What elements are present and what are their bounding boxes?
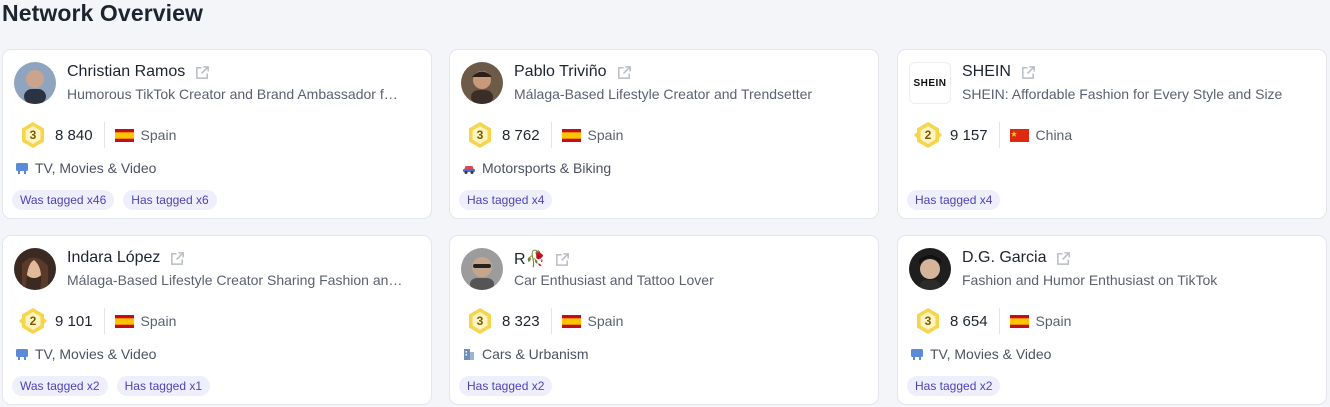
profile-card[interactable]: Indara López Málaga-Based Lifestyle Crea…	[2, 235, 432, 405]
category-label: TV, Movies & Video	[930, 346, 1052, 362]
tag-chip[interactable]: Has tagged x6	[123, 190, 217, 210]
tag-chip[interactable]: Was tagged x2	[12, 376, 108, 396]
country-label: China	[1035, 127, 1073, 143]
profile-card[interactable]: Pablo Triviño Málaga-Based Lifestyle Cre…	[449, 49, 879, 219]
building-icon	[462, 347, 476, 361]
tag-chip[interactable]: Has tagged x2	[459, 376, 553, 396]
spain-flag-icon	[114, 314, 134, 328]
category: TV, Movies & Video	[15, 346, 156, 362]
spain-flag-icon	[1009, 314, 1029, 328]
country-label: Spain	[1035, 313, 1072, 329]
profile-description: SHEIN: Affordable Fashion for Every Styl…	[962, 86, 1283, 102]
external-link-icon[interactable]	[616, 64, 633, 81]
page-title: Network Overview	[2, 0, 204, 26]
score-value: 8 323	[502, 312, 540, 330]
level-badge: 2	[19, 307, 47, 335]
level-badge: 3	[19, 121, 47, 149]
category: TV, Movies & Video	[910, 346, 1051, 362]
tag-chip[interactable]: Has tagged x4	[459, 190, 553, 210]
spain-flag-icon	[114, 128, 134, 142]
tv-icon	[15, 161, 29, 175]
profile-description: Car Enthusiast and Tattoo Lover	[514, 272, 714, 288]
level-badge: 3	[466, 307, 494, 335]
country-label: Spain	[587, 313, 624, 329]
shein-logo[interactable]: SHEIN	[909, 62, 951, 104]
tv-icon	[15, 347, 29, 361]
china-flag-icon	[1009, 128, 1029, 142]
external-link-icon[interactable]	[169, 250, 186, 267]
profile-description: Málaga-Based Lifestyle Creator and Trend…	[514, 86, 813, 102]
car-icon	[462, 161, 476, 175]
spain-flag-icon	[561, 314, 581, 328]
profile-card[interactable]: SHEIN SHEIN SHEIN: Affordable Fashion fo…	[897, 49, 1327, 219]
category-label: TV, Movies & Video	[35, 346, 157, 362]
country-label: Spain	[140, 127, 177, 143]
category: Cars & Urbanism	[462, 346, 589, 362]
profile-name[interactable]: Pablo Triviño	[514, 63, 607, 81]
score-value: 8 654	[950, 312, 988, 330]
avatar[interactable]	[461, 248, 503, 290]
category-label: TV, Movies & Video	[35, 160, 157, 176]
profile-description: Humorous TikTok Creator and Brand Ambass…	[67, 86, 398, 102]
avatar[interactable]	[909, 248, 951, 290]
score-value: 9 157	[950, 126, 988, 144]
profile-card[interactable]: Christian Ramos Humorous TikTok Creator …	[2, 49, 432, 219]
profile-name[interactable]: SHEIN	[962, 63, 1011, 81]
profile-name[interactable]: D.G. Garcia	[962, 249, 1046, 267]
category: TV, Movies & Video	[15, 160, 156, 176]
country-label: Spain	[587, 127, 624, 143]
external-link-icon[interactable]	[554, 251, 571, 268]
external-link-icon[interactable]	[1055, 250, 1072, 267]
tag-chip[interactable]: Has tagged x4	[907, 190, 1001, 210]
tag-chip[interactable]: Was tagged x46	[12, 190, 115, 210]
category-label: Cars & Urbanism	[482, 346, 589, 362]
score-value: 8 840	[55, 126, 93, 144]
avatar[interactable]	[14, 248, 56, 290]
profile-card[interactable]: R🥀 Car Enthusiast and Tattoo Lover 3 8 3…	[449, 235, 879, 405]
category: Motorsports & Biking	[462, 160, 611, 176]
spain-flag-icon	[561, 128, 581, 142]
profile-description: Fashion and Humor Enthusiast on TikTok	[962, 272, 1218, 288]
profile-name[interactable]: Indara López	[67, 249, 160, 267]
profile-name[interactable]: Christian Ramos	[67, 63, 185, 81]
category-label: Motorsports & Biking	[482, 160, 612, 176]
tag-chip[interactable]: Has tagged x1	[116, 376, 210, 396]
avatar[interactable]	[14, 62, 56, 104]
tv-icon	[910, 347, 924, 361]
tag-chip[interactable]: Has tagged x2	[907, 376, 1001, 396]
score-value: 9 101	[55, 312, 93, 330]
external-link-icon[interactable]	[194, 64, 211, 81]
external-link-icon[interactable]	[1020, 64, 1037, 81]
avatar[interactable]	[461, 62, 503, 104]
level-badge: 2	[914, 121, 942, 149]
profile-description: Málaga-Based Lifestyle Creator Sharing F…	[67, 272, 403, 288]
score-value: 8 762	[502, 126, 540, 144]
level-badge: 3	[914, 307, 942, 335]
profile-name[interactable]: R🥀	[514, 249, 545, 269]
country-label: Spain	[140, 313, 177, 329]
profile-card[interactable]: D.G. Garcia Fashion and Humor Enthusiast…	[897, 235, 1327, 405]
level-badge: 3	[466, 121, 494, 149]
